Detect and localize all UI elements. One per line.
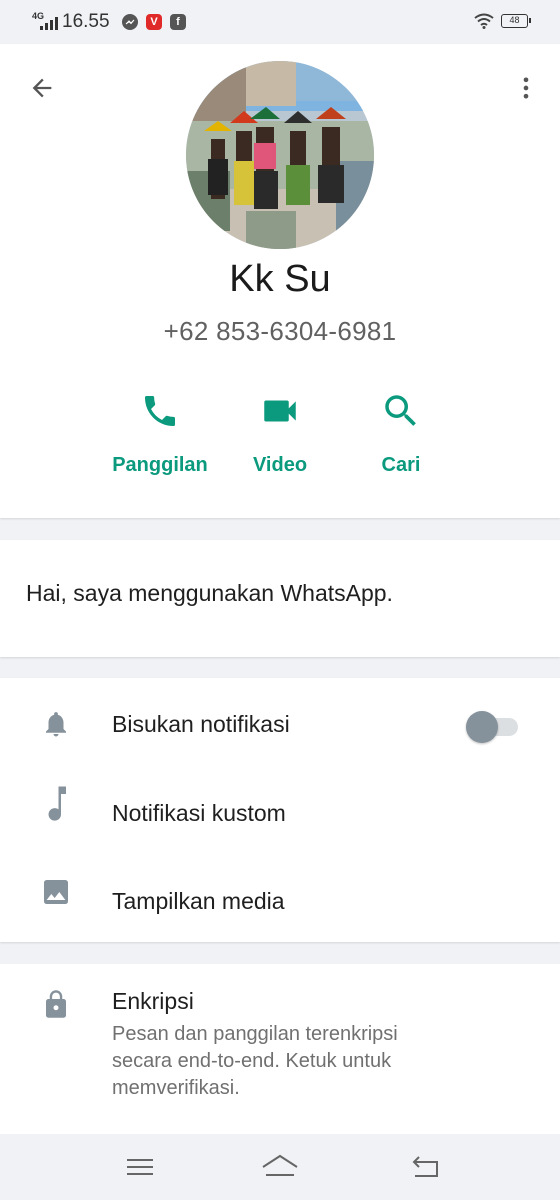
search-icon — [385, 395, 416, 426]
system-nav-bar — [0, 1134, 560, 1200]
nav-menu-button[interactable] — [120, 1152, 160, 1182]
mute-notifications-toggle[interactable] — [466, 708, 520, 743]
lock-icon — [40, 988, 72, 1020]
notification-settings: Bisukan notifikasi Notifikasi kustom Tam… — [0, 678, 560, 942]
facebook-icon: f — [170, 14, 186, 30]
avatar[interactable] — [186, 61, 374, 249]
encryption-description: Pesan dan panggilan terenkripsi secara e… — [112, 1023, 398, 1099]
back-button[interactable] — [22, 68, 62, 108]
about-section[interactable]: Hai, saya menggunakan WhatsApp. — [0, 540, 560, 657]
show-media-row[interactable]: Tampilkan media — [0, 854, 560, 942]
image-icon — [40, 876, 72, 908]
home-icon — [262, 1154, 298, 1176]
bell-icon — [40, 708, 72, 740]
toggle-thumb — [466, 711, 498, 743]
search-label: Cari — [381, 454, 421, 476]
mute-notifications-label: Bisukan notifikasi — [112, 711, 290, 737]
custom-notifications-label: Notifikasi kustom — [112, 800, 286, 826]
menu-lines-icon — [127, 1159, 153, 1175]
encryption-title: Enkripsi — [112, 988, 194, 1014]
status-time: 16.55 — [62, 11, 110, 32]
mute-notifications-row[interactable]: Bisukan notifikasi — [0, 678, 560, 766]
video-call-button[interactable]: Video — [220, 384, 340, 477]
more-options-button[interactable] — [506, 68, 546, 108]
more-vertical-icon — [523, 77, 529, 99]
show-media-label: Tampilkan media — [112, 888, 285, 914]
messenger-icon — [122, 14, 138, 30]
profile-header: Kk Su +62 853-6304-6981 Panggilan Video … — [0, 44, 560, 518]
music-note-icon — [40, 786, 72, 821]
video-camera-icon — [264, 400, 296, 422]
back-return-icon — [412, 1156, 438, 1177]
battery-indicator: 48 — [501, 14, 531, 28]
nav-home-button[interactable] — [260, 1152, 300, 1182]
contact-phone: +62 853-6304-6981 — [163, 316, 397, 346]
encryption-section[interactable]: Enkripsi Pesan dan panggilan terenkripsi… — [0, 964, 560, 1134]
call-label: Panggilan — [112, 454, 208, 476]
nav-back-button[interactable] — [406, 1152, 446, 1182]
arrow-left-icon — [32, 78, 52, 98]
search-button[interactable]: Cari — [341, 384, 461, 477]
call-button[interactable]: Panggilan — [100, 384, 220, 477]
signal-icon — [40, 17, 58, 30]
phone-icon — [145, 396, 175, 426]
wifi-icon — [474, 13, 494, 34]
about-text: Hai, saya menggunakan WhatsApp. — [26, 580, 393, 606]
custom-notifications-row[interactable]: Notifikasi kustom — [0, 766, 560, 854]
video-label: Video — [252, 454, 308, 476]
v-app-icon: V — [146, 14, 162, 30]
status-bar: 4G 16.55 V f 48 — [0, 0, 560, 44]
contact-name: Kk Su — [229, 258, 331, 300]
